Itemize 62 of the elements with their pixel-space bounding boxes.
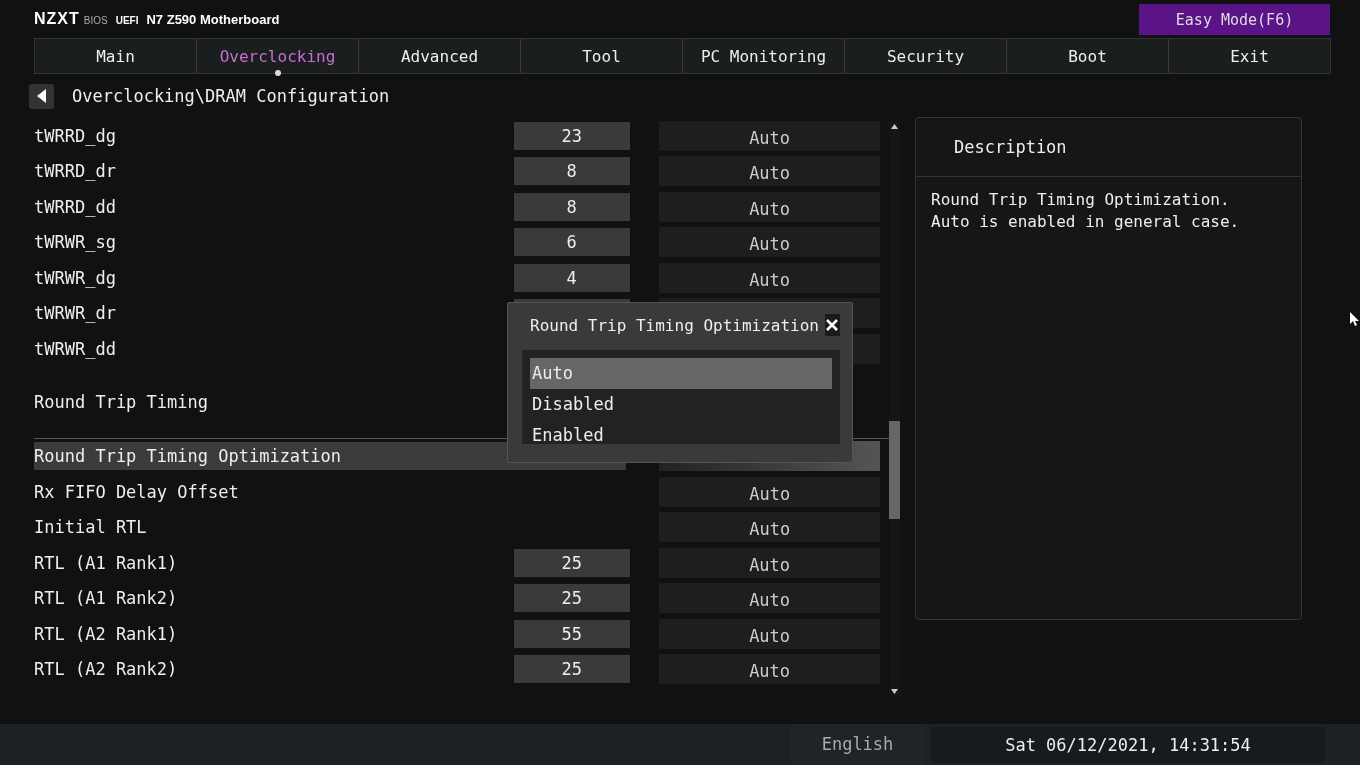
setting-label[interactable]: RTL (A2 Rank1) (34, 623, 514, 644)
description-text: Round Trip Timing Optimization. Auto is enabled in general case. (931, 189, 1241, 233)
option-dropdown[interactable]: Auto (659, 618, 880, 649)
option-dropdown[interactable]: Auto (659, 191, 880, 222)
back-arrow-icon (36, 89, 47, 103)
setting-label[interactable]: RTL (A2 Rank2) (34, 659, 514, 680)
menu-tab[interactable]: Exit (1169, 39, 1330, 73)
option-dropdown[interactable]: Auto (659, 120, 880, 151)
value-field[interactable]: 55 (513, 619, 630, 648)
value-field[interactable]: 25 (513, 584, 630, 613)
language-selector[interactable]: English (790, 724, 925, 765)
value-field[interactable]: 23 (513, 121, 630, 150)
breadcrumb: Overclocking\DRAM Configuration (72, 86, 390, 106)
setting-label[interactable]: Rx FIFO Delay Offset (34, 477, 627, 506)
easy-mode-button[interactable]: Easy Mode(F6) (1139, 4, 1330, 35)
menu-tab[interactable]: Security (845, 39, 1007, 73)
option-dropdown[interactable]: Auto (659, 583, 880, 614)
value-field[interactable]: 25 (513, 548, 630, 577)
setting-label[interactable]: Initial RTL (34, 513, 627, 542)
section-heading: Round Trip Timing (34, 392, 208, 412)
option-dropdown[interactable]: Auto (659, 512, 880, 543)
setting-label[interactable]: RTL (A1 Rank1) (34, 552, 514, 573)
cursor-icon (1350, 312, 1359, 326)
option-dropdown[interactable]: Auto (659, 547, 880, 578)
option-dropdown[interactable]: Auto (659, 156, 880, 187)
setting-label[interactable]: tWRWR_dg (34, 267, 514, 288)
menu-tab[interactable]: Overclocking (197, 39, 359, 73)
menu-tab[interactable]: Boot (1007, 39, 1169, 73)
board-name: N7 Z590 Motherboard (146, 12, 280, 27)
scrollbar[interactable] (889, 121, 900, 697)
option-dropdown[interactable]: Auto (659, 654, 880, 685)
brand-suffix: BIOS (83, 15, 108, 26)
setting-label[interactable]: tWRWR_sg (34, 232, 514, 253)
scroll-thumb[interactable] (889, 421, 900, 519)
dialog-option[interactable]: Disabled (530, 389, 832, 420)
option-dropdown[interactable]: Auto (659, 227, 880, 258)
option-dropdown[interactable]: Auto (659, 476, 880, 507)
value-field[interactable]: 8 (513, 157, 630, 186)
brand-logo: NZXT (34, 10, 80, 28)
scroll-down-icon[interactable] (891, 689, 898, 694)
menu-tab[interactable]: PC Monitoring (683, 39, 845, 73)
date-time: Sat 06/12/2021, 14:31:54 (931, 726, 1325, 763)
setting-label[interactable]: RTL (A1 Rank2) (34, 588, 514, 609)
value-field[interactable]: 6 (513, 228, 630, 257)
menu-tab[interactable]: Tool (521, 39, 683, 73)
scroll-up-icon[interactable] (891, 124, 898, 129)
setting-label[interactable]: tWRRD_dr (34, 161, 514, 182)
value-field[interactable]: 8 (513, 192, 630, 221)
setting-label[interactable]: tWRRD_dd (34, 196, 514, 217)
setting-label[interactable]: tWRRD_dg (34, 125, 514, 146)
dialog-option[interactable]: Auto (530, 358, 832, 389)
close-button[interactable] (825, 314, 840, 336)
menu-tab[interactable]: Advanced (359, 39, 521, 73)
dialog-title: Round Trip Timing Optimization (530, 315, 819, 335)
close-icon (826, 319, 839, 331)
firmware-label: UEFI (115, 15, 139, 26)
value-field[interactable]: 4 (513, 263, 630, 292)
option-dropdown[interactable]: Auto (659, 262, 880, 293)
back-button[interactable] (29, 83, 54, 109)
value-field[interactable]: 25 (513, 655, 630, 684)
description-title: Description (954, 137, 1067, 157)
menu-tab[interactable]: Main (35, 39, 197, 73)
